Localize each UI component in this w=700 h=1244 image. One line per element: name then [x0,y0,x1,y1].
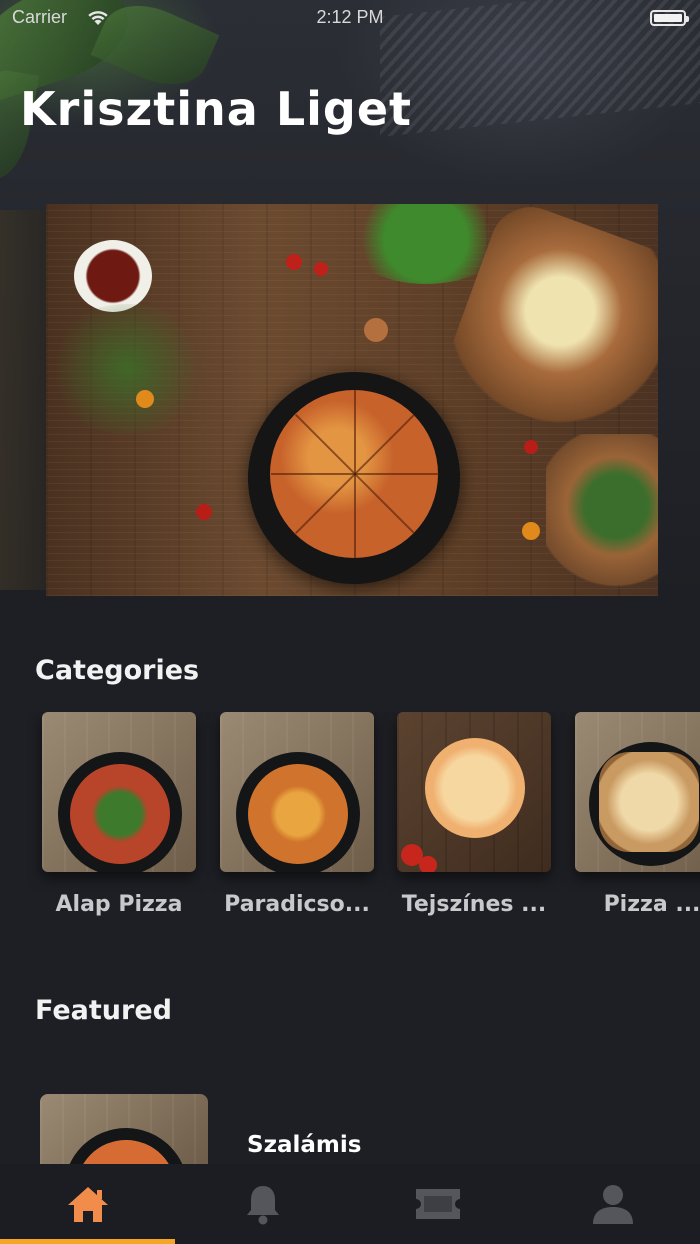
category-card[interactable]: Tejszínes ... [397,712,557,917]
category-image [575,712,700,872]
arugula-bag-decoration [546,434,658,594]
categories-heading: Categories [35,655,200,686]
category-image [397,712,551,872]
category-image [42,712,196,872]
side-paper-decoration [0,210,48,590]
category-card[interactable]: Paradicso... [220,712,380,917]
ticket-icon [415,1189,460,1219]
battery-icon [650,10,689,26]
bell-icon [246,1186,279,1225]
clock-label: 2:12 PM [316,7,384,27]
tomato-decoration [196,504,212,520]
featured-item[interactable]: Szalámis [40,1094,660,1164]
onion-decoration [364,318,388,342]
tomato-decoration [419,856,437,872]
tomato-decoration [286,254,302,270]
tab-bar [0,1164,700,1244]
orange-tomato-decoration [136,390,154,408]
category-label: Tejszínes ... [401,892,547,917]
pizza [70,764,170,864]
category-card[interactable]: Alap Pizza [42,712,202,917]
user-icon [592,1185,633,1224]
category-label: Pizza ... [603,892,700,917]
herbs-decoration [46,304,212,434]
tab-profile[interactable] [525,1164,700,1244]
pizza [248,764,348,864]
category-image [220,712,374,872]
tomato-decoration [524,440,538,454]
category-label: Paradicso... [224,892,370,917]
tab-tickets[interactable] [350,1164,525,1244]
active-tab-indicator [0,1239,175,1244]
featured-image [40,1094,208,1164]
battery-level [654,14,682,22]
sauce-bowl-decoration [74,240,152,312]
hero-pizza-image[interactable] [46,204,658,596]
featured-heading: Featured [35,995,172,1026]
home-icon [67,1187,108,1222]
pizza [425,738,525,838]
category-card[interactable]: Pizza ... [575,712,700,917]
featured-item-name: Szalámis [247,1132,362,1158]
pizza-rolls [599,752,699,852]
status-bar: Carrier 2:12 PM [0,0,700,36]
tomato-decoration [314,262,328,276]
tab-notifications[interactable] [175,1164,350,1244]
tab-home[interactable] [0,1164,175,1244]
categories-carousel[interactable]: Alap Pizza Paradicso... Tejszínes ... Pi… [0,712,700,952]
orange-tomato-decoration [522,522,540,540]
page-title: Krisztina Liget [20,82,413,136]
category-label: Alap Pizza [55,892,183,917]
